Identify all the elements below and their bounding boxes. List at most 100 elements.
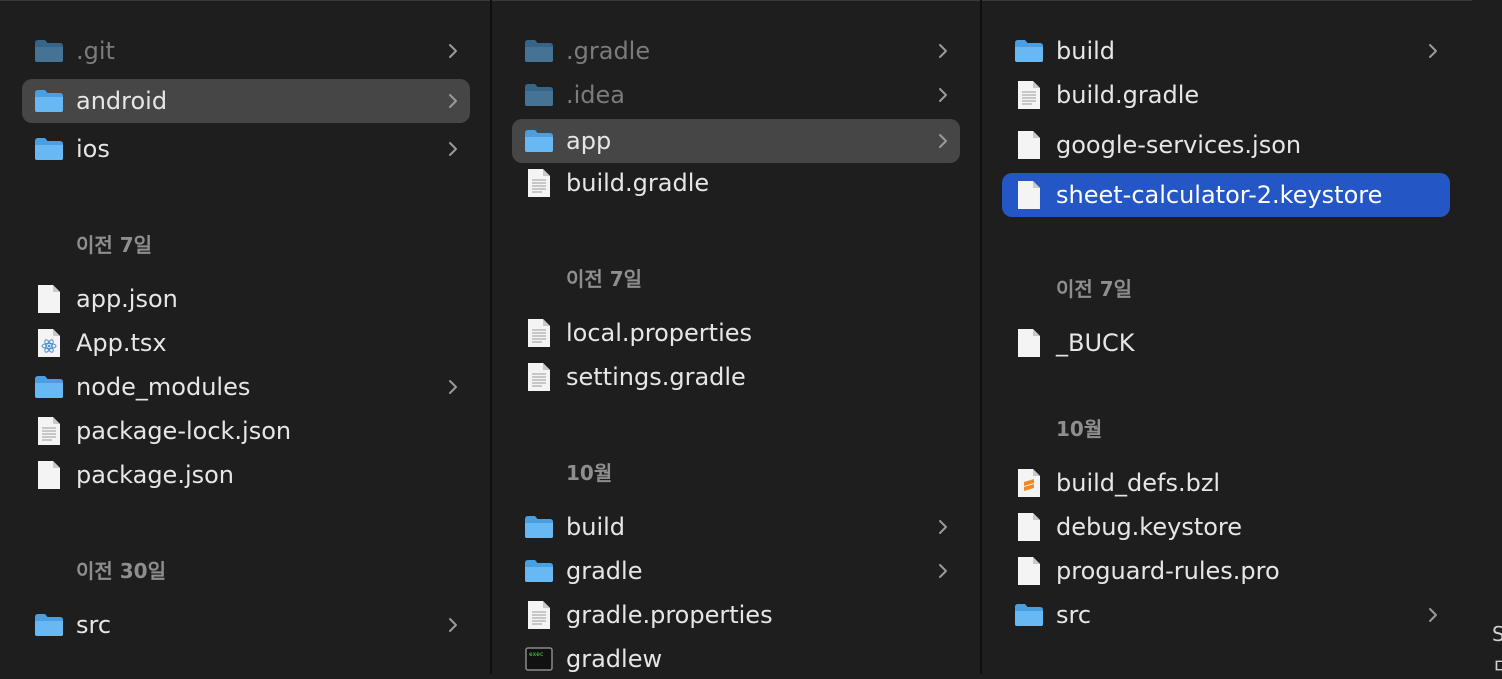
folder-icon bbox=[524, 81, 554, 109]
folder-row[interactable]: app bbox=[512, 119, 960, 163]
folder-row[interactable]: build bbox=[1002, 29, 1450, 73]
chevron-right-icon bbox=[446, 140, 460, 158]
item-name: gradlew bbox=[566, 645, 663, 673]
text-document-icon bbox=[524, 601, 554, 629]
item-name: node_modules bbox=[76, 373, 251, 401]
folder-row[interactable]: android bbox=[22, 79, 470, 123]
document-icon bbox=[1014, 557, 1044, 585]
chevron-right-icon bbox=[446, 616, 460, 634]
file-row[interactable]: build.gradle bbox=[512, 161, 960, 205]
column-root: .git android ios 이전 7일 app.json App.tsx node_m… bbox=[0, 0, 490, 674]
text-document-icon bbox=[34, 417, 64, 445]
item-name: local.properties bbox=[566, 319, 753, 347]
section-header: 10월 bbox=[1056, 417, 1103, 441]
item-name: .idea bbox=[566, 81, 626, 109]
folder-row[interactable]: node_modules bbox=[22, 365, 470, 409]
chevron-right-icon bbox=[446, 42, 460, 60]
section-header: 이전 7일 bbox=[1056, 277, 1133, 301]
section-header: 10월 bbox=[566, 461, 613, 485]
item-name: android bbox=[76, 87, 168, 115]
folder-row[interactable]: .gradle bbox=[512, 29, 960, 73]
file-row[interactable]: app.json bbox=[22, 277, 470, 321]
file-row[interactable]: exec gradlew bbox=[512, 637, 960, 674]
item-name: ios bbox=[76, 135, 110, 163]
chevron-right-icon bbox=[936, 42, 950, 60]
folder-row[interactable]: src bbox=[1002, 593, 1450, 637]
terminal-icon: exec bbox=[524, 645, 554, 673]
chevron-right-icon bbox=[936, 86, 950, 104]
item-name: build.gradle bbox=[1056, 81, 1200, 109]
item-name: build.gradle bbox=[566, 169, 710, 197]
item-name: settings.gradle bbox=[566, 363, 746, 391]
folder-icon bbox=[34, 611, 64, 639]
document-icon bbox=[34, 285, 64, 313]
react-file-icon bbox=[34, 329, 64, 357]
folder-icon bbox=[524, 37, 554, 65]
file-row[interactable]: local.properties bbox=[512, 311, 960, 355]
document-icon bbox=[1014, 131, 1044, 159]
file-row[interactable]: package.json bbox=[22, 453, 470, 497]
edge-text: S bbox=[1492, 622, 1502, 646]
file-row[interactable]: build_defs.bzl bbox=[1002, 461, 1450, 505]
chevron-right-icon bbox=[1426, 42, 1440, 60]
item-name: google-services.json bbox=[1056, 131, 1302, 159]
item-name: gradle bbox=[566, 557, 643, 585]
item-name: debug.keystore bbox=[1056, 513, 1243, 541]
item-name: package.json bbox=[76, 461, 235, 489]
folder-icon bbox=[524, 127, 554, 155]
chevron-right-icon bbox=[936, 562, 950, 580]
file-row[interactable]: proguard-rules.pro bbox=[1002, 549, 1450, 593]
file-row[interactable]: build.gradle bbox=[1002, 73, 1450, 117]
svg-text:exec: exec bbox=[529, 651, 544, 658]
edge-text: ㅁ bbox=[1492, 654, 1502, 678]
file-row[interactable]: gradle.properties bbox=[512, 593, 960, 637]
item-name: app.json bbox=[76, 285, 178, 313]
folder-icon bbox=[34, 135, 64, 163]
next-column-edge: S ㅁ bbox=[1472, 0, 1502, 678]
item-name: gradle.properties bbox=[566, 601, 773, 629]
chevron-right-icon bbox=[1426, 606, 1440, 624]
document-icon bbox=[1014, 181, 1044, 209]
chevron-right-icon bbox=[446, 378, 460, 396]
folder-row[interactable]: .idea bbox=[512, 73, 960, 117]
chevron-right-icon bbox=[446, 92, 460, 110]
chevron-right-icon bbox=[936, 518, 950, 536]
document-icon bbox=[34, 461, 64, 489]
item-name: build_defs.bzl bbox=[1056, 469, 1221, 497]
item-name: src bbox=[1056, 601, 1092, 629]
item-name: proguard-rules.pro bbox=[1056, 557, 1280, 585]
file-row[interactable]: _BUCK bbox=[1002, 321, 1450, 365]
item-name: sheet-calculator-2.keystore bbox=[1056, 181, 1383, 209]
file-row[interactable]: App.tsx bbox=[22, 321, 470, 365]
section-header: 이전 30일 bbox=[76, 559, 166, 583]
text-document-icon bbox=[1014, 81, 1044, 109]
file-row[interactable]: google-services.json bbox=[1002, 123, 1450, 167]
file-row[interactable]: debug.keystore bbox=[1002, 505, 1450, 549]
folder-icon bbox=[34, 37, 64, 65]
file-row[interactable]: package-lock.json bbox=[22, 409, 470, 453]
folder-row[interactable]: .git bbox=[22, 29, 470, 73]
folder-icon bbox=[34, 373, 64, 401]
folder-icon bbox=[524, 557, 554, 585]
column-android: .gradle .idea app build.gradle 이전 7일 local.pr… bbox=[492, 0, 980, 674]
column-app: build build.gradle google-services.json she… bbox=[982, 0, 1472, 674]
folder-row[interactable]: build bbox=[512, 505, 960, 549]
file-row[interactable]: settings.gradle bbox=[512, 355, 960, 399]
file-row[interactable]: sheet-calculator-2.keystore bbox=[1002, 173, 1450, 217]
item-name: App.tsx bbox=[76, 329, 167, 357]
item-name: build bbox=[566, 513, 626, 541]
item-name: .git bbox=[76, 37, 115, 65]
item-name: app bbox=[566, 127, 612, 155]
chevron-right-icon bbox=[936, 132, 950, 150]
document-icon bbox=[1014, 329, 1044, 357]
folder-icon bbox=[1014, 37, 1044, 65]
folder-icon bbox=[524, 513, 554, 541]
text-document-icon bbox=[524, 363, 554, 391]
folder-row[interactable]: gradle bbox=[512, 549, 960, 593]
folder-row[interactable]: ios bbox=[22, 127, 470, 171]
document-icon bbox=[1014, 513, 1044, 541]
folder-icon bbox=[34, 87, 64, 115]
item-name: _BUCK bbox=[1056, 329, 1135, 357]
section-header: 이전 7일 bbox=[566, 267, 643, 291]
folder-row[interactable]: src bbox=[22, 603, 470, 647]
